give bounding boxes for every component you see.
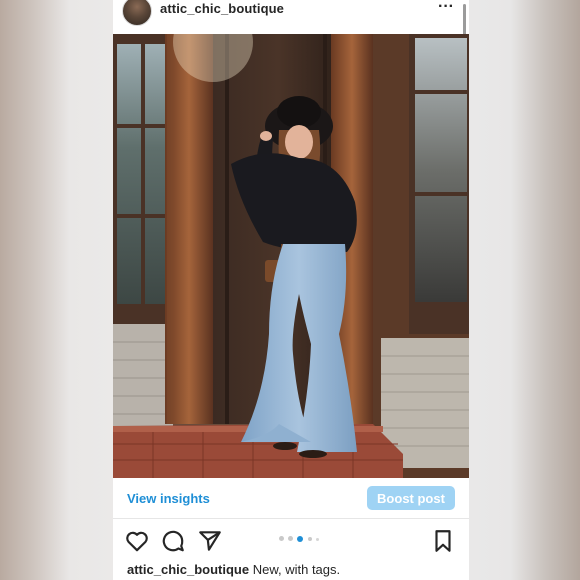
carousel-dot bbox=[279, 536, 284, 541]
carousel-indicator bbox=[279, 536, 323, 542]
view-insights-link[interactable]: View insights bbox=[127, 491, 210, 506]
caption-text: New, with tags. bbox=[252, 562, 341, 577]
post-header: attic_chic_boutique ··· bbox=[113, 0, 469, 34]
post-card: attic_chic_boutique ··· View insights Bo… bbox=[113, 0, 469, 580]
comment-icon[interactable] bbox=[160, 528, 186, 554]
more-options-icon[interactable]: ··· bbox=[435, 0, 457, 17]
carousel-dot bbox=[288, 536, 293, 541]
send-icon[interactable] bbox=[197, 528, 223, 554]
carousel-dot-active bbox=[297, 536, 303, 542]
caption-username[interactable]: attic_chic_boutique bbox=[127, 562, 249, 577]
bookmark-icon[interactable] bbox=[430, 528, 456, 554]
carousel-dot bbox=[308, 537, 312, 541]
post-username[interactable]: attic_chic_boutique bbox=[160, 1, 284, 16]
heart-icon[interactable] bbox=[124, 528, 150, 554]
boost-post-button[interactable]: Boost post bbox=[367, 486, 455, 510]
avatar[interactable] bbox=[122, 0, 152, 26]
post-caption: attic_chic_boutique New, with tags. bbox=[127, 562, 340, 577]
carousel-dot bbox=[316, 538, 319, 541]
insights-row: View insights Boost post bbox=[113, 478, 469, 519]
post-photo[interactable] bbox=[113, 34, 469, 478]
